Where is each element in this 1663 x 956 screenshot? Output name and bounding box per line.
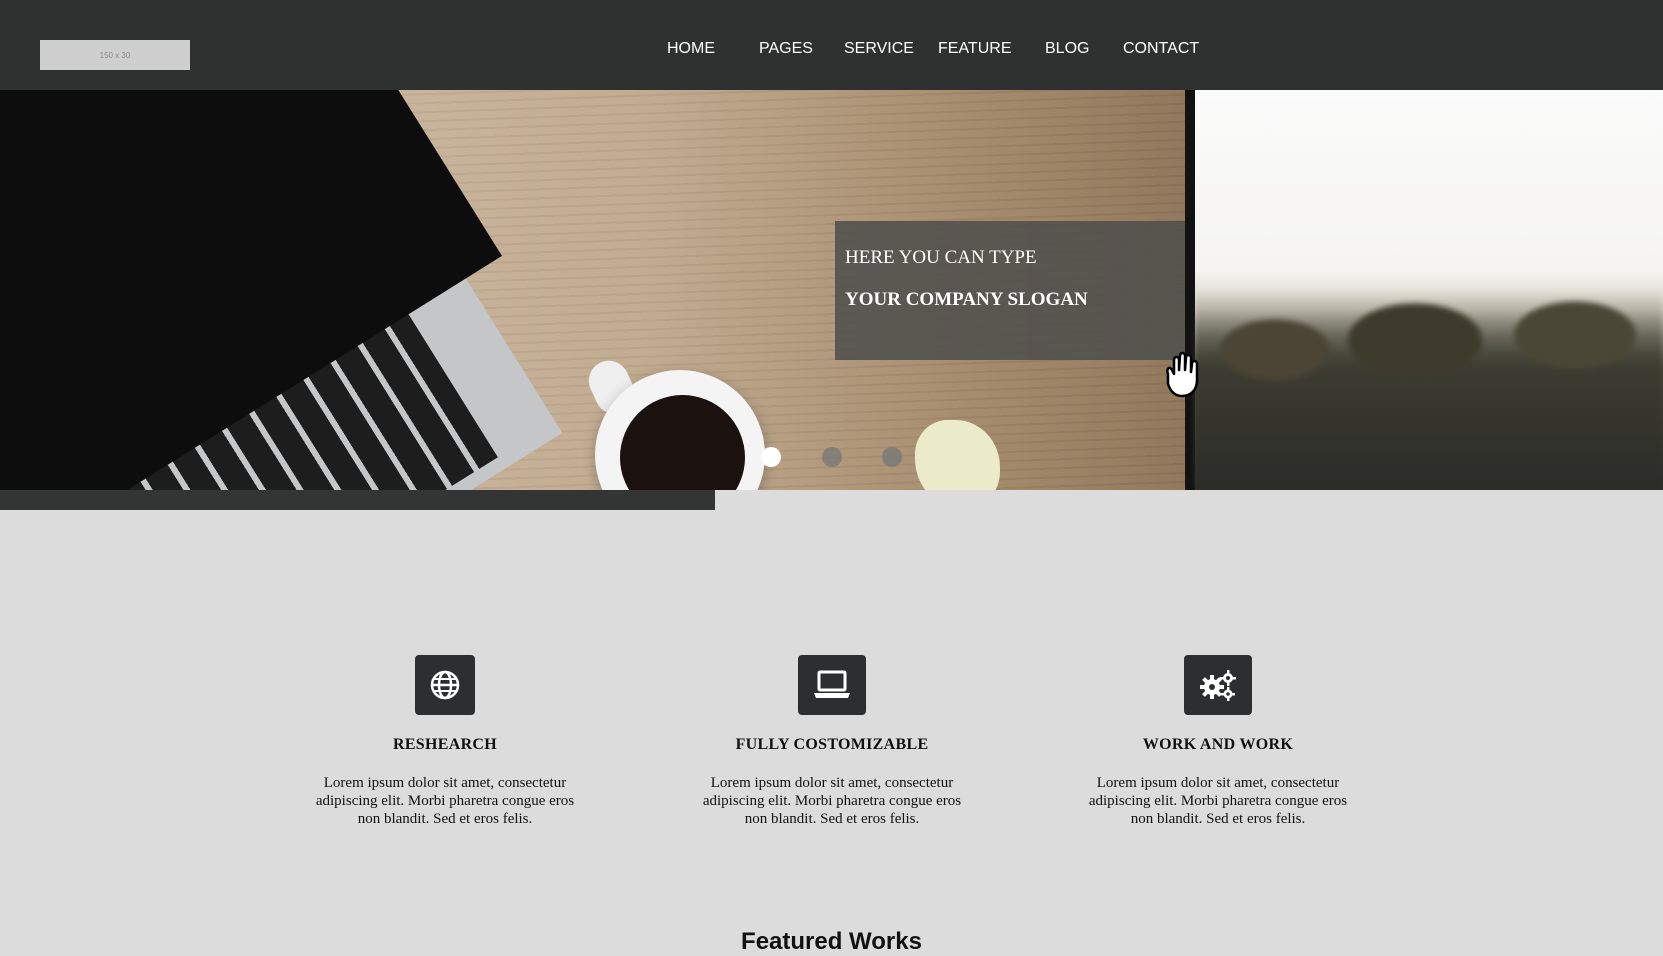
slide-divider bbox=[1185, 90, 1195, 490]
feature-title: RESHEARCH bbox=[392, 736, 498, 753]
laptop-icon bbox=[798, 655, 866, 715]
nav-feature[interactable]: FEATURE bbox=[938, 40, 1011, 58]
feature-title: FULLY COSTOMIZABLE bbox=[735, 736, 929, 753]
slider-progress-bar bbox=[0, 490, 715, 510]
globe-icon bbox=[415, 655, 475, 715]
slider-dot-1[interactable] bbox=[761, 447, 781, 467]
featured-works-heading: Featured Works bbox=[741, 928, 922, 955]
slider-dot-3[interactable] bbox=[882, 447, 902, 467]
feature-title: WORK AND WORK bbox=[1142, 736, 1294, 753]
feature-work: WORK AND WORK Lorem ipsum dolor sit amet… bbox=[1088, 655, 1348, 828]
nav-contact[interactable]: CONTACT bbox=[1123, 40, 1199, 58]
feature-research: RESHEARCH Lorem ipsum dolor sit amet, co… bbox=[315, 655, 575, 828]
nav-pages[interactable]: PAGES bbox=[759, 40, 813, 58]
site-header: 150 x 30 HOME PAGES SERVICE FEATURE BLOG… bbox=[0, 0, 1663, 90]
feature-description: Lorem ipsum dolor sit amet, consectetur … bbox=[702, 775, 962, 827]
crumpled-paper-graphic bbox=[915, 420, 1000, 490]
slogan-line-1: HERE YOU CAN TYPE bbox=[845, 247, 1037, 268]
logo-placeholder[interactable]: 150 x 30 bbox=[40, 40, 190, 70]
nav-service[interactable]: SERVICE bbox=[844, 40, 914, 58]
slogan-line-2: YOUR COMPANY SLOGAN bbox=[845, 289, 1088, 310]
treeline-graphic bbox=[1195, 290, 1663, 490]
nav-blog[interactable]: BLOG bbox=[1045, 40, 1089, 58]
nav-home[interactable]: HOME bbox=[667, 40, 715, 58]
hero-slider[interactable]: HERE YOU CAN TYPE YOUR COMPANY SLOGAN bbox=[0, 90, 1663, 490]
grab-hand-cursor-icon bbox=[1166, 351, 1199, 398]
feature-description: Lorem ipsum dolor sit amet, consectetur … bbox=[1088, 775, 1348, 827]
feature-customizable: FULLY COSTOMIZABLE Lorem ipsum dolor sit… bbox=[702, 655, 962, 828]
feature-description: Lorem ipsum dolor sit amet, consectetur … bbox=[315, 775, 575, 827]
gears-icon bbox=[1184, 655, 1252, 715]
slogan-box: HERE YOU CAN TYPE YOUR COMPANY SLOGAN bbox=[835, 221, 1185, 360]
slider-dot-2[interactable] bbox=[822, 447, 842, 467]
